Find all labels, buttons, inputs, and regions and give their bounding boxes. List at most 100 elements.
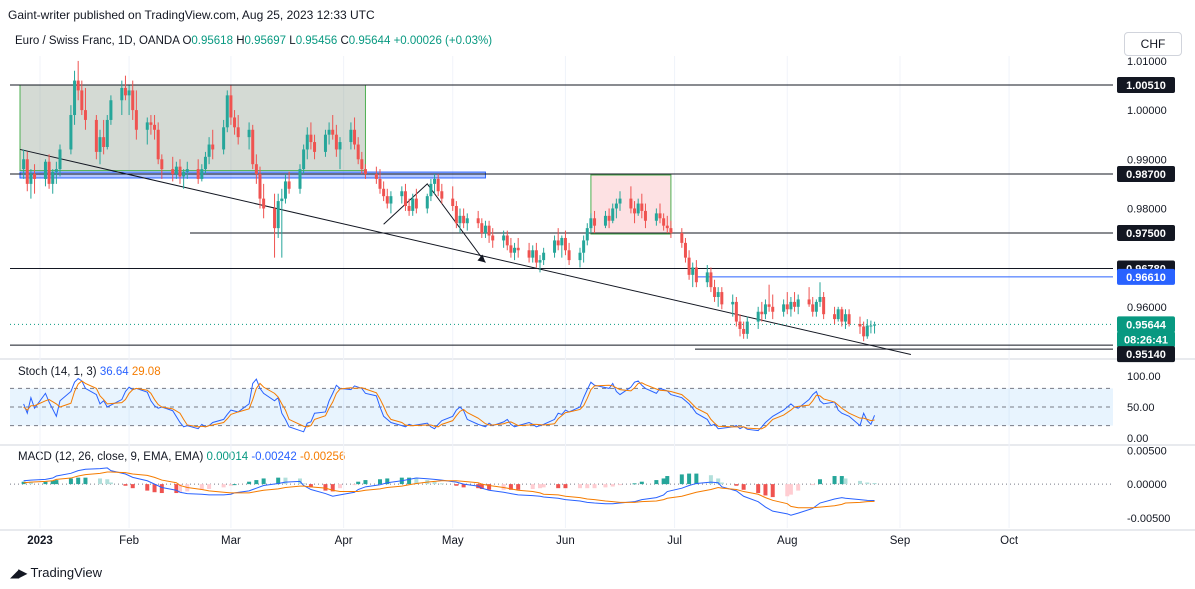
candle-body [480,223,484,234]
candle-body [98,137,102,152]
macd-histogram-bar [105,479,110,485]
macd-histogram-bar [323,484,328,491]
candle-body [54,169,58,172]
candle-body [254,164,258,175]
candle-body [683,242,687,258]
candle-body [131,90,135,111]
candle-body [833,314,837,320]
candle-body [389,196,393,204]
candle-body [643,210,647,221]
candle-body [807,299,811,305]
candle-body [585,228,589,241]
candle-body [785,304,789,310]
macd-histogram-bar [68,478,73,485]
macd-histogram-bar [232,484,237,486]
candle-body [76,80,80,91]
candle-body [731,301,735,305]
candle-body [593,218,597,226]
candle-body [182,171,186,177]
candle-body [436,178,440,192]
brand-name: TradingView [30,565,103,580]
candle-body [171,169,175,175]
candle-body [80,90,84,111]
macd-histogram-bar [756,484,761,494]
macd-histogram-bar [159,484,164,494]
candle-body [763,304,767,315]
macd-histogram-bar [54,480,59,485]
candle-body [356,144,360,160]
macd-histogram-bar [785,484,790,497]
macd-histogram-bar [207,484,212,489]
candle-body [105,119,109,147]
macd-histogram-bar [352,484,357,486]
tradingview-logo[interactable]: ◢▶ TradingView [10,565,102,580]
candle-body [789,301,793,310]
candle-body [178,166,182,177]
candle-body [611,208,615,221]
candle-body [483,225,487,234]
macd-histogram-bar [770,484,775,498]
candle-body [287,181,291,189]
macd-y-tick: -0.00500 [1127,513,1170,525]
macd-histogram-bar [108,482,113,485]
candle-body [327,129,331,135]
candle-body [400,191,404,197]
candle-body [454,206,458,224]
macd-histogram-bar [639,481,644,485]
candle-body [745,321,749,334]
candle-body [29,174,33,184]
candle-body [363,169,367,175]
x-tick-label: Jul [667,535,682,547]
price-badge-label: 0.95644 [1126,319,1167,331]
candle-body [567,250,571,261]
candle-body [756,311,760,322]
macd-histogram-bar [516,484,521,490]
candle-body [822,296,826,315]
x-tick-label: 2023 [27,535,53,547]
stoch-y-tick: 50.00 [1127,402,1155,414]
candle-body [818,296,822,302]
macd-histogram-bar [872,482,877,485]
candle-body [869,325,873,327]
candle-body [407,206,411,211]
macd-histogram-bar [610,484,615,487]
candle-body [382,188,386,197]
candle-body [760,311,764,315]
y-tick-label: 0.96000 [1127,302,1167,314]
candle-body [513,247,517,253]
candle-body [33,174,37,179]
candle-body [578,252,582,261]
candle-body [414,198,418,209]
candle-body [509,245,513,253]
candle-body [47,161,51,184]
candle-body [487,225,491,236]
macd-histogram-bar [378,479,382,485]
candle-body [614,203,618,209]
candle-body [127,90,131,96]
candle-body [403,191,407,206]
candle-body [563,237,567,251]
candle-body [654,213,658,221]
macd-histogram-bar [556,484,561,489]
x-tick-label: Sep [890,535,910,547]
price-badge-label: 08:26:41 [1124,334,1168,346]
candle-body [553,240,557,253]
macd-histogram-bar [338,484,342,489]
macd-histogram-bar [592,484,597,489]
candle-body [94,119,98,152]
candle-body [378,178,382,189]
macd-histogram-bar [43,481,48,485]
candle-body [814,301,818,312]
candle-body [742,328,746,334]
macd-histogram-bar [221,484,226,488]
candle-body [298,169,302,189]
trendline [19,148,912,356]
candle-body [349,129,353,143]
candle-body [603,215,607,226]
candle-body [534,250,538,263]
chart-canvas[interactable]: 2023 Feb Mar Apr May Jun Jul Aug Sep Oct 1.01000 1.… [0,0,1195,589]
macd-histogram-bar [843,478,848,485]
candle-body [145,122,149,130]
candle-body [338,142,342,150]
macd-histogram-bar [865,482,870,485]
